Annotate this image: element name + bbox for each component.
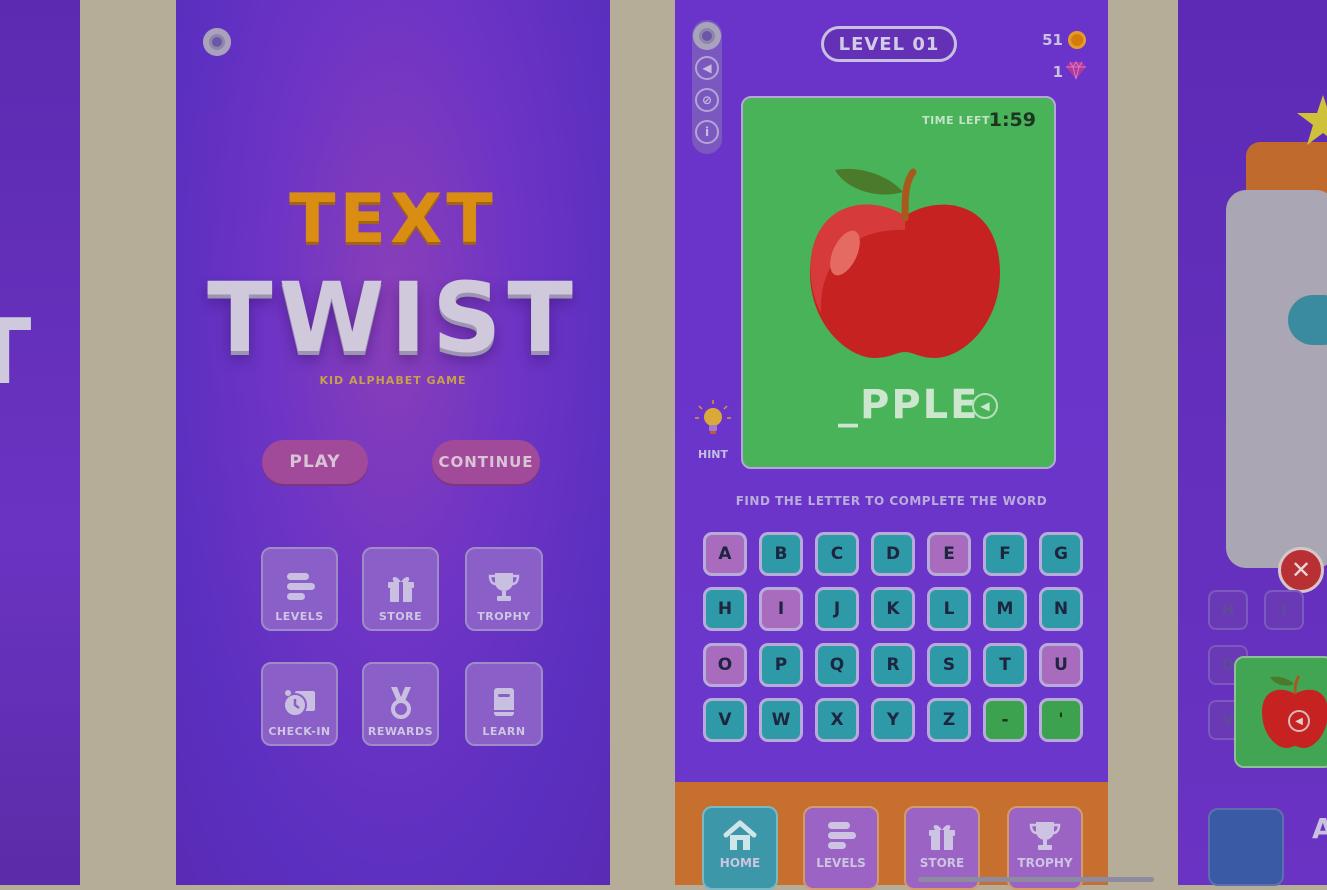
- menu-rewards-label: REWARDS: [367, 725, 434, 738]
- home-icon: [723, 820, 757, 850]
- play-button[interactable]: PLAY: [262, 440, 368, 484]
- key-T[interactable]: T: [983, 643, 1027, 687]
- hint-label: HINT: [697, 448, 728, 461]
- key-Q[interactable]: Q: [815, 643, 859, 687]
- nav-store-label: STORE: [919, 856, 965, 870]
- key-hyphen[interactable]: -: [983, 698, 1027, 742]
- key-Z[interactable]: Z: [927, 698, 971, 742]
- settings-gear-icon[interactable]: [693, 22, 721, 50]
- main-menu-screen: TEXT TWIST KID ALPHABET GAME PLAY CONTIN…: [176, 0, 610, 885]
- result-card: [1226, 190, 1327, 568]
- time-left-value: 1:59: [988, 109, 1036, 131]
- star-icon: [1297, 95, 1327, 145]
- nav-levels-button[interactable]: LEVELS: [803, 806, 879, 890]
- previous-screen-partial: T: [0, 0, 80, 885]
- continue-button[interactable]: CONTINUE: [432, 440, 540, 484]
- partial-key-H: H: [1208, 590, 1248, 630]
- partial-home-button[interactable]: [1208, 808, 1284, 886]
- key-F[interactable]: F: [983, 532, 1027, 576]
- gift-icon: [929, 825, 955, 850]
- nav-trophy-label: TROPHY: [1017, 856, 1073, 870]
- alarm-clock-icon: [282, 690, 315, 717]
- menu-store-button[interactable]: STORE: [362, 547, 439, 631]
- key-D[interactable]: D: [871, 532, 915, 576]
- key-H[interactable]: H: [703, 587, 747, 631]
- sound-on-icon[interactable]: ◀: [695, 56, 719, 80]
- partial-key-I: I: [1264, 590, 1304, 630]
- key-K[interactable]: K: [871, 587, 915, 631]
- key-O[interactable]: O: [703, 643, 747, 687]
- key-N[interactable]: N: [1039, 587, 1083, 631]
- apple-image: [810, 168, 1000, 358]
- partial-nav-letter: A: [1312, 812, 1327, 845]
- key-C[interactable]: C: [815, 532, 859, 576]
- next-screen-partial: ✕ H I O V ◀ A: [1178, 0, 1327, 886]
- word-card: TIME LEFT 1:59 _PPLE ◀: [741, 96, 1056, 469]
- key-apostrophe[interactable]: ': [1039, 698, 1083, 742]
- gem-icon: [1066, 61, 1086, 80]
- key-W[interactable]: W: [759, 698, 803, 742]
- mini-word-card: ◀: [1234, 656, 1327, 768]
- key-J[interactable]: J: [815, 587, 859, 631]
- gameplay-screen: ◀ ⊘ i LEVEL 01 51 1 TIME LEFT 1:59 _PPLE…: [675, 0, 1108, 890]
- nav-levels-label: LEVELS: [816, 856, 866, 870]
- nav-home-button[interactable]: HOME: [702, 806, 778, 890]
- key-V[interactable]: V: [703, 698, 747, 742]
- menu-levels-label: LEVELS: [275, 610, 324, 623]
- key-E[interactable]: E: [927, 532, 971, 576]
- medal-icon: [390, 687, 411, 719]
- menu-checkin-label: CHECK-IN: [268, 725, 331, 738]
- partial-title-letter: T: [0, 300, 34, 405]
- coin-count: 51: [1042, 31, 1063, 49]
- key-A[interactable]: A: [703, 532, 747, 576]
- hint-button[interactable]: HINT: [695, 400, 731, 461]
- game-title-top: TEXT: [289, 180, 497, 259]
- key-X[interactable]: X: [815, 698, 859, 742]
- sound-off-icon[interactable]: ⊘: [695, 88, 719, 112]
- menu-levels-button[interactable]: LEVELS: [261, 547, 338, 631]
- time-left-label: TIME LEFT: [922, 114, 990, 127]
- word-audio-icon[interactable]: ◀: [1288, 710, 1310, 732]
- key-R[interactable]: R: [871, 643, 915, 687]
- menu-trophy-label: TROPHY: [477, 610, 531, 623]
- word-audio-icon[interactable]: ◀: [972, 393, 998, 419]
- trophy-icon: [488, 573, 520, 601]
- level-badge: LEVEL 01: [821, 26, 957, 62]
- menu-rewards-button[interactable]: REWARDS: [362, 662, 439, 746]
- key-I[interactable]: I: [759, 587, 803, 631]
- levels-icon: [286, 573, 315, 600]
- nav-home-label: HOME: [719, 856, 761, 870]
- key-P[interactable]: P: [759, 643, 803, 687]
- home-indicator: [918, 877, 1154, 882]
- game-title-bottom: TWIST: [207, 262, 579, 374]
- game-subtitle: KID ALPHABET GAME: [319, 374, 467, 387]
- trophy-icon: [1029, 822, 1061, 850]
- key-Y[interactable]: Y: [871, 698, 915, 742]
- info-icon[interactable]: i: [695, 120, 719, 144]
- settings-gear-icon[interactable]: [203, 28, 231, 56]
- gem-count: 1: [1052, 63, 1063, 81]
- close-icon[interactable]: ✕: [1278, 547, 1324, 593]
- menu-trophy-button[interactable]: TROPHY: [465, 547, 543, 631]
- gift-icon: [387, 577, 414, 602]
- book-icon: [494, 688, 514, 716]
- incomplete-word: _PPLE: [838, 382, 980, 428]
- key-G[interactable]: G: [1039, 532, 1083, 576]
- bottom-nav-bar: HOME LEVELS STORE TROPHY: [675, 782, 1108, 890]
- key-U[interactable]: U: [1039, 643, 1083, 687]
- key-S[interactable]: S: [927, 643, 971, 687]
- side-toolbar: ◀ ⊘ i: [692, 20, 722, 154]
- coin-icon: [1068, 31, 1086, 49]
- key-B[interactable]: B: [759, 532, 803, 576]
- key-L[interactable]: L: [927, 587, 971, 631]
- instruction-text: FIND THE LETTER TO COMPLETE THE WORD: [735, 494, 1048, 508]
- key-M[interactable]: M: [983, 587, 1027, 631]
- menu-checkin-button[interactable]: CHECK-IN: [261, 662, 338, 746]
- menu-store-label: STORE: [378, 610, 423, 623]
- levels-icon: [828, 822, 856, 849]
- menu-learn-button[interactable]: LEARN: [465, 662, 543, 746]
- lightbulb-icon: [695, 400, 731, 434]
- menu-learn-label: LEARN: [482, 725, 526, 738]
